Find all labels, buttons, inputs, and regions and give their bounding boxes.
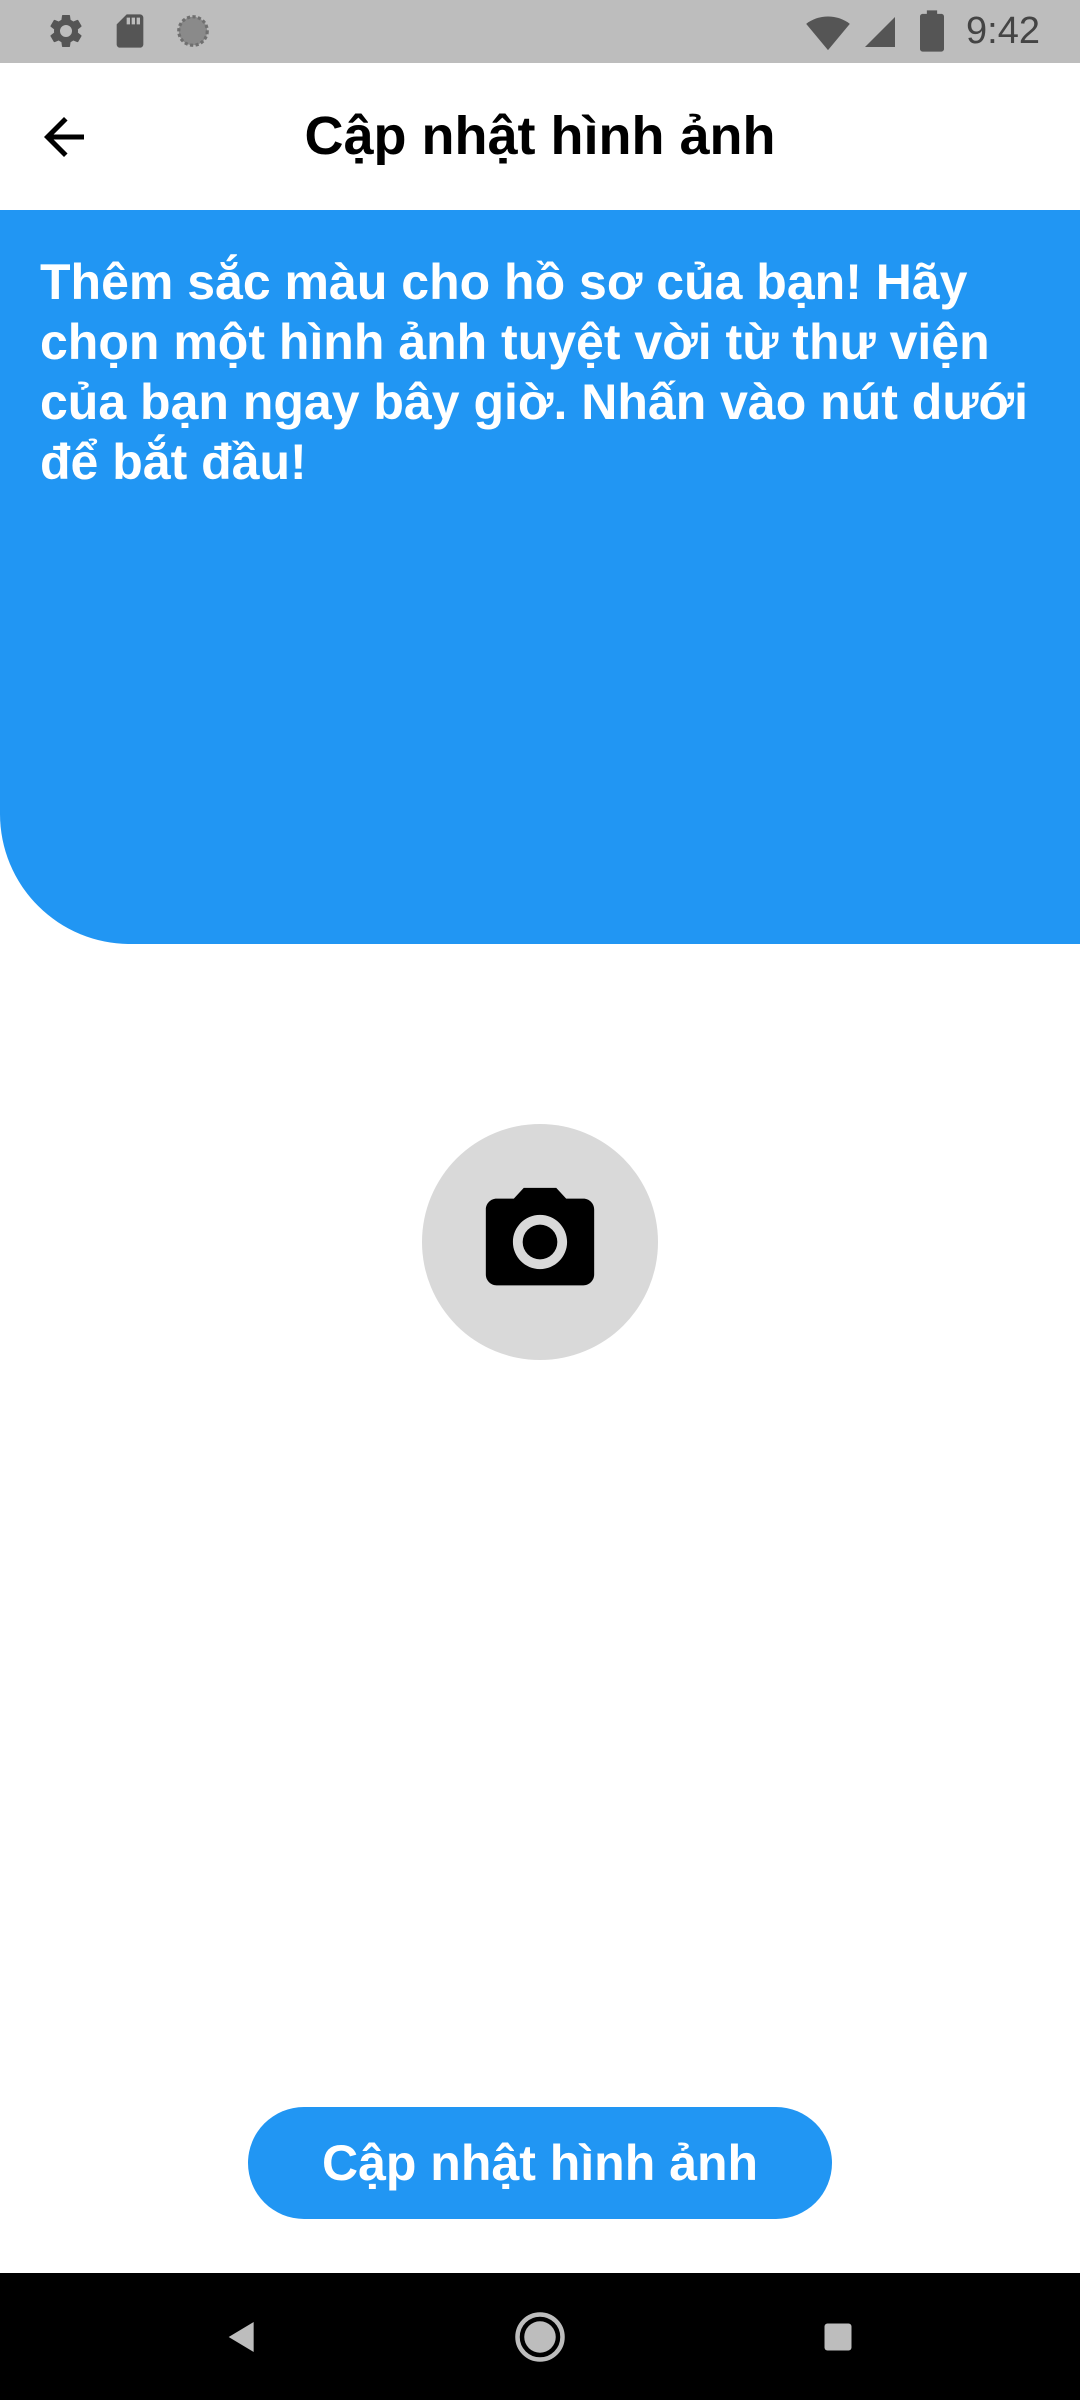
back-button[interactable]: [28, 101, 100, 173]
info-banner: Thêm sắc màu cho hồ sơ của bạn! Hãy chọn…: [0, 210, 1080, 944]
app-bar: Cập nhật hình ảnh: [0, 63, 1080, 210]
nav-back-icon: [228, 2322, 254, 2352]
battery-icon: [920, 10, 944, 57]
update-image-button[interactable]: Cập nhật hình ảnh: [248, 2107, 832, 2219]
camera-picker-button[interactable]: [422, 1124, 658, 1360]
circle-status-icon: [174, 12, 212, 55]
wifi-icon: [806, 12, 850, 57]
camera-icon: [485, 1187, 595, 1286]
nav-recents-icon: [824, 2323, 852, 2351]
nav-home-icon: [515, 2312, 565, 2362]
status-time: 9:42: [966, 10, 1040, 52]
sd-card-icon: [110, 11, 150, 56]
nav-back-button[interactable]: [206, 2301, 278, 2373]
arrow-back-icon: [44, 117, 84, 157]
nav-home-button[interactable]: [504, 2301, 576, 2373]
system-nav-bar: [0, 2273, 1080, 2400]
settings-icon: [46, 11, 86, 56]
banner-text: Thêm sắc màu cho hồ sơ của bạn! Hãy chọn…: [40, 254, 1028, 490]
status-bar: 9:42: [0, 0, 1080, 63]
cell-signal-icon: [862, 14, 898, 55]
page-title: Cập nhật hình ảnh: [304, 106, 776, 166]
nav-recents-button[interactable]: [802, 2301, 874, 2373]
